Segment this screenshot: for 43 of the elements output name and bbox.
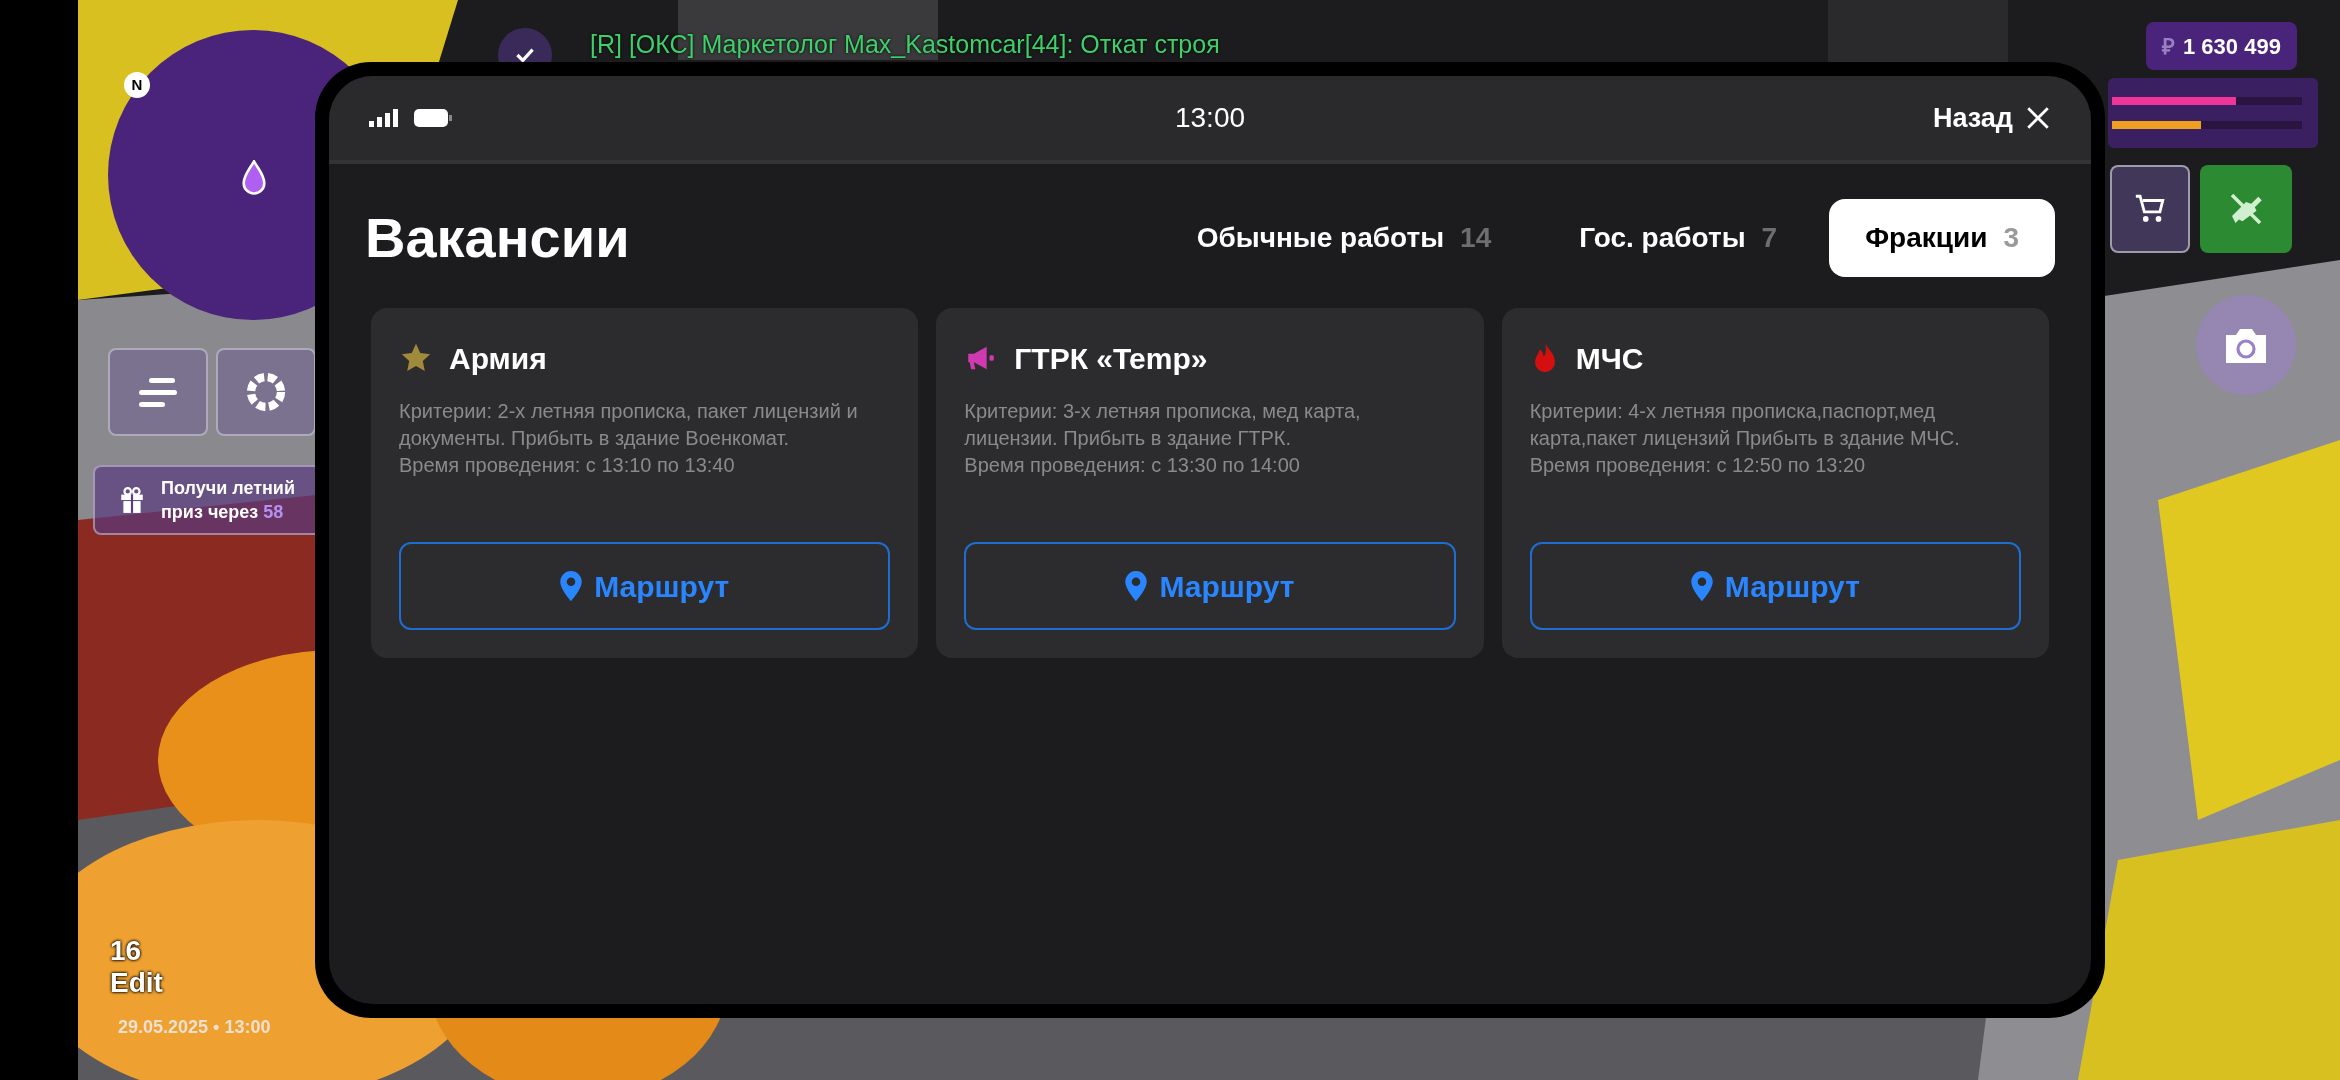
clock: 13:00 <box>1174 101 1246 135</box>
gift-text: Получи летний <box>161 477 295 500</box>
tab-count: 7 <box>1761 221 1778 255</box>
card-time: Время проведения: с 13:30 по 14:00 <box>964 453 1301 478</box>
wheel-button[interactable] <box>216 348 316 436</box>
close-icon <box>2025 105 2051 131</box>
back-button[interactable]: Назад <box>1932 97 2051 139</box>
location-pin-icon <box>1125 571 1148 601</box>
gift-icon <box>119 486 145 514</box>
weapon-button[interactable] <box>2200 165 2292 253</box>
gift-timer: приз через 58 <box>161 501 285 524</box>
level-number: 16 <box>110 934 142 968</box>
menu-icon <box>137 376 179 408</box>
route-button[interactable]: Маршрут <box>964 542 1456 630</box>
tab[interactable]: Обычные работы 14 <box>1160 199 1528 277</box>
card-title: МЧС <box>1575 340 1644 377</box>
route-button[interactable]: Маршрут <box>399 542 891 630</box>
location-pin-icon <box>1690 571 1713 601</box>
card-title: ГТРК «Temp» <box>1014 340 1208 377</box>
map-marker-icon <box>241 160 267 196</box>
currency-sign: ₽ <box>2162 32 2175 61</box>
card-criteria: Критерии: 3-х летняя прописка, мед карта, лицензии. Прибыть в здание ГТРК. <box>964 399 1362 451</box>
card-criteria: Критерии: 2-х летняя прописка, пакет лицензий и документы. Прибыть в здание Военкомат. <box>399 399 859 451</box>
tab[interactable]: Фракции 3 <box>1829 199 2055 277</box>
battery-icon <box>413 108 453 128</box>
location-pin-icon <box>560 571 583 601</box>
chat-message: [R] [ОКС] Маркетолог Max_Kastomcar[44]: Откат строя <box>590 30 1220 58</box>
card-title: Армия <box>449 340 547 377</box>
money-amount: 1 630 499 <box>2183 32 2281 61</box>
menu-button[interactable] <box>108 348 208 436</box>
shop-button[interactable] <box>2110 165 2190 253</box>
card-criteria: Критерии: 4-х летняя прописка,паспорт,мед карта,пакет лицензий Прибыть в здание МЧС. <box>1529 399 1961 451</box>
wheel-icon <box>246 372 286 412</box>
tab-count: 14 <box>1460 221 1492 255</box>
card-time: Время проведения: с 12:50 по 13:20 <box>1529 453 1867 478</box>
route-button[interactable]: Маршрут <box>1529 542 2021 630</box>
date-time: 29.05.2025 • 13:00 <box>118 1016 271 1039</box>
page-title: Вакансии <box>365 205 631 271</box>
tab-count: 3 <box>2003 221 2019 255</box>
card-time: Время проведения: с 13:10 по 13:40 <box>399 453 736 478</box>
signal-icon <box>369 109 401 127</box>
tab[interactable]: Гос. работы 7 <box>1543 199 1814 277</box>
edit-label: Edit <box>110 966 163 1000</box>
